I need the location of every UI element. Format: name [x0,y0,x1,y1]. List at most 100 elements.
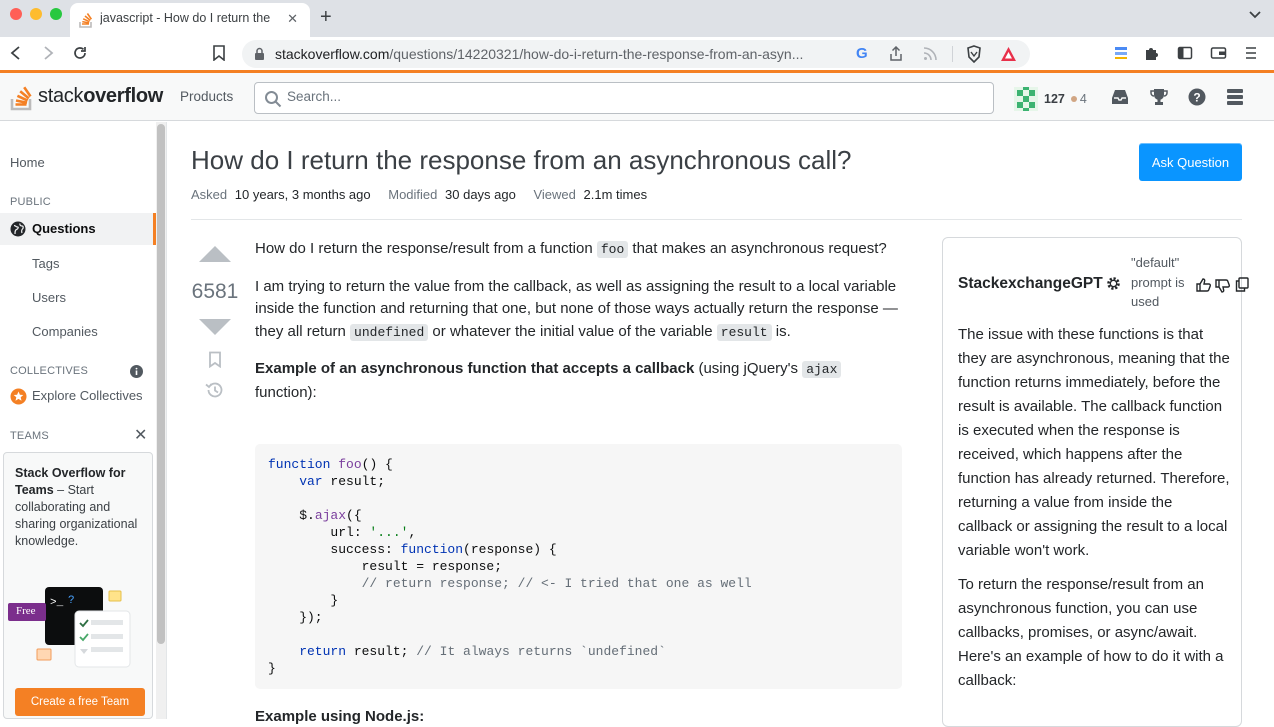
browser-tab[interactable]: javascript - How do I return the ✕ [70,3,310,37]
bronze-badge-icon [1070,96,1077,102]
share-icon[interactable] [889,46,903,62]
search-box[interactable] [254,82,994,114]
forward-icon[interactable] [40,45,56,61]
svg-text:?: ? [1193,91,1200,105]
sidebar-item-companies[interactable]: Companies [32,324,98,339]
thumbs-down-icon[interactable] [1215,279,1230,293]
new-tab-icon[interactable]: + [320,7,332,27]
thumbs-up-icon[interactable] [1196,278,1211,292]
bookmark-icon[interactable] [212,45,226,61]
chevron-down-icon[interactable] [1248,10,1262,20]
asked-label: Asked [191,187,228,202]
site-header: stackoverflow Products 127 4 ? [0,73,1274,121]
logo-text: stackoverflow [38,84,164,107]
inline-code-result: result [716,323,772,341]
bookmark-question-icon[interactable] [208,351,222,368]
gpt-paragraph-2: To return the response/result from an as… [958,576,1224,689]
upvote-icon[interactable] [199,246,231,262]
user-reputation[interactable]: 127 4 [1014,87,1087,111]
scrollbar-thumb[interactable] [157,124,165,644]
downvote-icon[interactable] [199,319,231,335]
gpt-panel: StackexchangeGPT "default" prompt is use… [942,237,1249,727]
code-block[interactable]: function foo() { var result; $.ajax({ ur… [255,444,902,689]
url-text: stackoverflow.com/questions/14220321/how… [275,46,845,62]
browser-toolbar: stackoverflow.com/questions/14220321/how… [0,37,1274,70]
browser-menu-icon[interactable] [1245,45,1257,61]
sidebar-toggle-icon[interactable] [1177,45,1193,61]
site-switcher-icon[interactable] [1226,88,1244,106]
reload-icon[interactable] [72,45,88,61]
lock-icon [255,47,264,60]
history-icon[interactable] [205,381,224,399]
extension-stack-icon[interactable] [1114,45,1128,61]
teams-illustration-icon: >_ ? [36,587,131,668]
bronze-badge-count: 4 [1079,92,1087,106]
free-tag: Free [8,603,46,621]
question-paragraph-2: I am trying to return the value from the… [255,277,898,341]
stackoverflow-favicon-icon [79,13,93,28]
extensions-puzzle-icon[interactable] [1144,45,1160,61]
collectives-icon [10,388,27,405]
inbox-icon[interactable] [1110,88,1130,106]
sidebar-section-teams: TEAMS [10,430,49,442]
url-host: stackoverflow.com [275,46,390,62]
inline-code-foo: foo [596,241,629,258]
vote-count: 6581 [191,280,239,303]
browser-tab-bar: javascript - How do I return the ✕ + [0,0,1274,37]
teams-promo-text: Stack Overflow for Teams – Start collabo… [15,466,138,548]
title-divider [191,219,1242,220]
achievements-trophy-icon[interactable] [1150,88,1168,106]
svg-text:?: ? [68,595,75,607]
tab-title: javascript - How do I return the [100,11,271,25]
gear-icon[interactable] [1106,276,1121,291]
sidebar-item-questions[interactable]: Questions [0,213,156,245]
address-bar[interactable]: stackoverflow.com/questions/14220321/how… [242,40,1030,68]
info-icon[interactable] [130,365,143,378]
search-input[interactable] [287,89,967,104]
sidebar-section-collectives: COLLECTIVES [10,365,89,377]
next-example-heading: Example using Node.js: [255,708,425,725]
google-icon[interactable]: G [856,45,868,62]
maximize-window-button[interactable] [50,8,62,20]
sidebar-item-users[interactable]: Users [32,290,66,305]
svg-text:>_: >_ [50,597,64,609]
question-meta: Asked 10 years, 3 months ago Modified 30… [191,187,647,202]
back-icon[interactable] [8,45,24,61]
stackoverflow-logo-icon [10,86,32,111]
tab-close-icon[interactable]: ✕ [287,11,298,27]
sidebar-item-tags[interactable]: Tags [32,256,59,271]
gpt-paragraph-1: The issue with these functions is that t… [958,326,1230,559]
wallet-icon[interactable] [1210,45,1227,61]
reputation-count: 127 [1044,92,1065,106]
avatar[interactable] [1014,87,1038,111]
left-sidebar: Home PUBLIC Questions Tags Users Compani… [0,122,156,719]
inline-code-undefined: undefined [350,323,429,341]
sidebar-item-home[interactable]: Home [10,155,45,170]
ask-question-button[interactable]: Ask Question [1139,143,1242,181]
viewed-value: 2.1m times [583,187,648,202]
modified-value[interactable]: 30 days ago [445,187,516,202]
asked-value[interactable]: 10 years, 3 months ago [235,187,371,202]
brave-rewards-icon[interactable] [1000,46,1017,62]
help-icon[interactable]: ? [1188,88,1206,106]
teams-promo: Stack Overflow for Teams – Start collabo… [3,452,153,719]
copy-icon[interactable] [1235,277,1249,292]
products-menu[interactable]: Products [180,89,233,104]
gpt-title: StackexchangeGPT [958,275,1103,292]
sidebar-item-questions-label: Questions [32,221,96,236]
rss-icon[interactable] [923,47,937,61]
close-window-button[interactable] [10,8,22,20]
create-free-team-button[interactable]: Create a free Team [15,688,145,716]
sidebar-item-explore-collectives[interactable]: Explore Collectives [32,388,143,403]
gpt-prompt-note: "default" prompt is used [1131,255,1185,309]
stackoverflow-logo[interactable]: stackoverflow [10,81,163,111]
close-teams-icon[interactable]: ✕ [134,425,147,445]
sidebar-scrollbar[interactable] [156,122,167,719]
question-paragraph-1: How do I return the response/result from… [255,240,887,258]
minimize-window-button[interactable] [30,8,42,20]
question-title[interactable]: How do I return the response from an asy… [191,145,851,176]
inline-code-ajax: ajax [802,361,842,378]
search-icon [265,91,282,108]
brave-shield-icon[interactable] [966,45,982,63]
viewed-label: Viewed [533,187,576,202]
